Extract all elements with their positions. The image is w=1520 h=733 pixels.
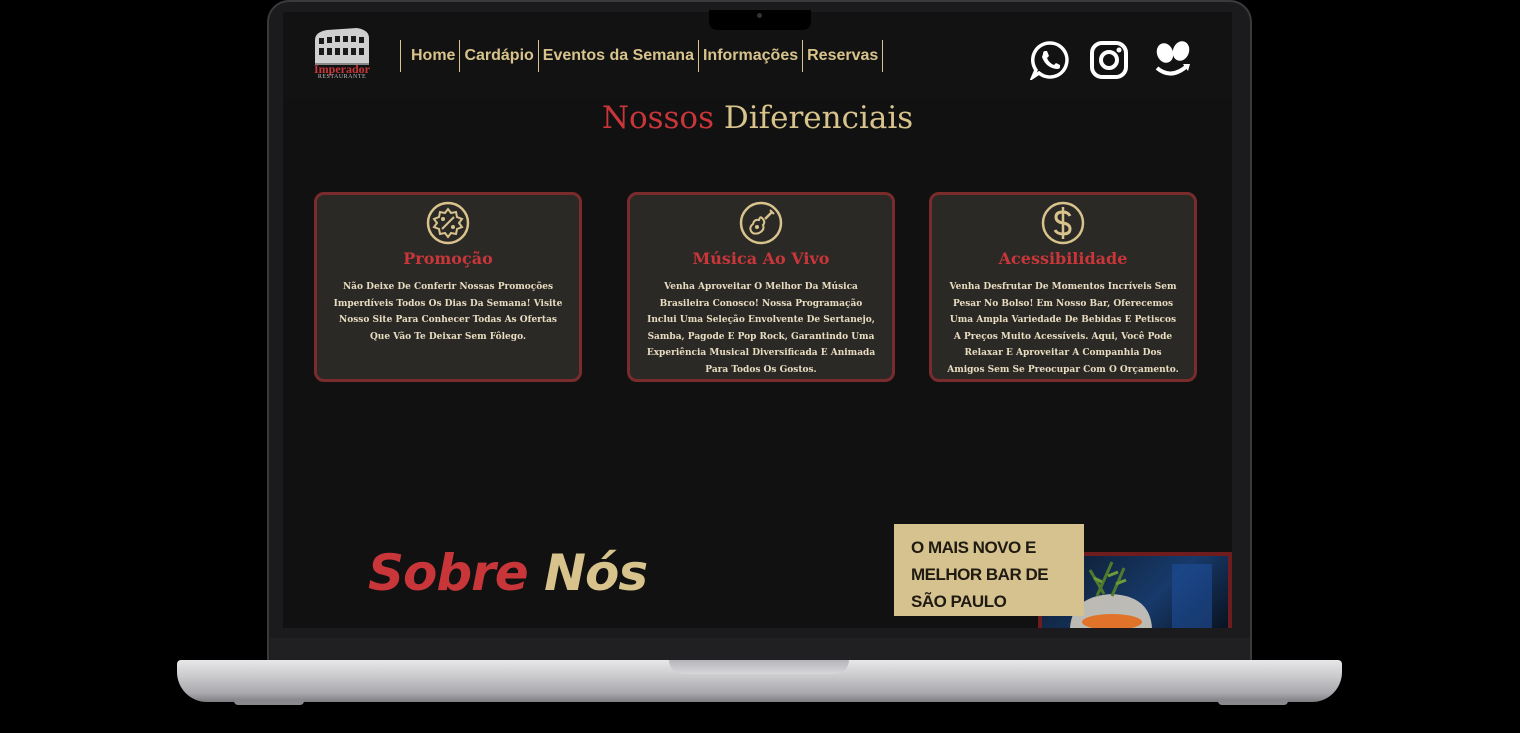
laptop-chin <box>270 638 1250 662</box>
instagram-icon[interactable] <box>1089 40 1129 80</box>
differentials-title-part1: Nossos <box>601 100 714 136</box>
laptop-base-notch <box>669 660 849 674</box>
card-title: Acessibilidade <box>998 249 1128 268</box>
laptop-foot-right <box>1218 700 1288 705</box>
card-title: Promoção <box>403 249 493 268</box>
card-text: Venha Aproveitar O Melhor Da Música Bras… <box>646 282 876 375</box>
dollar-icon <box>1041 201 1085 245</box>
discount-badge-icon <box>426 201 470 245</box>
foursquare-icon[interactable] <box>1153 40 1193 80</box>
nav-reservas[interactable]: Reservas <box>802 40 884 72</box>
promo-tagline-box: O MAIS NOVO E MELHOR BAR DE SÃO PAULO <box>894 524 1084 616</box>
camera-dot <box>757 13 762 18</box>
card-acessibilidade: Acessibilidade Venha Desfrutar De Moment… <box>929 192 1197 382</box>
nav-informacoes[interactable]: Informações <box>697 40 802 72</box>
about-title: Sobre Nós <box>368 544 648 602</box>
card-musica: Música Ao Vivo Venha Aproveitar O Melhor… <box>627 192 895 382</box>
nav-cardapio[interactable]: Cardápio <box>459 40 537 72</box>
card-title: Música Ao Vivo <box>692 249 830 268</box>
about-title-part2: Nós <box>544 544 648 602</box>
brand-logo[interactable]: Imperador RESTAURANTE <box>311 26 373 82</box>
card-promocao: Promoção Não Deixe De Conferir Nossas Pr… <box>314 192 582 382</box>
laptop-foot-left <box>234 700 304 705</box>
card-text: Venha Desfrutar De Momentos Incríveis Se… <box>947 282 1179 375</box>
website-screen: Imperador RESTAURANTE Home Cardápio Even… <box>283 12 1232 628</box>
promo-line: SÃO PAULO <box>911 592 1007 611</box>
nav-home[interactable]: Home <box>400 40 459 72</box>
nav-eventos[interactable]: Eventos da Semana <box>537 40 698 72</box>
differentials-title-part2: Diferenciais <box>723 100 914 136</box>
colosseum-icon <box>315 28 369 65</box>
logo-subtitle: RESTAURANTE <box>317 74 367 80</box>
whatsapp-icon[interactable] <box>1030 40 1070 80</box>
about-title-part1: Sobre <box>368 544 529 602</box>
card-text: Não Deixe De Conferir Nossas Promoções I… <box>333 282 563 342</box>
guitar-icon <box>739 201 783 245</box>
promo-line: MELHOR BAR DE <box>911 565 1049 584</box>
differentials-title: Nossos Diferenciais <box>283 100 1232 136</box>
promo-line: O MAIS NOVO E <box>911 538 1036 557</box>
main-nav: Home Cardápio Eventos da Semana Informaç… <box>400 40 884 72</box>
